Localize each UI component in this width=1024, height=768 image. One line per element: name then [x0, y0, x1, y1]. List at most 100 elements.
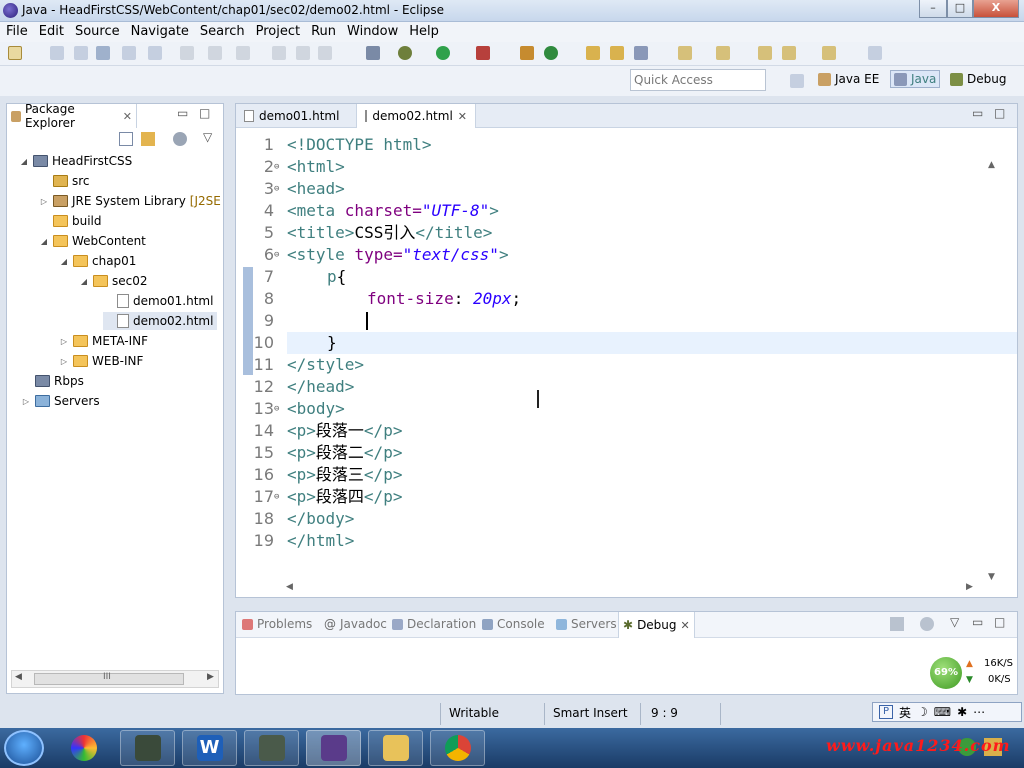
maximize-view-icon[interactable]: □: [994, 615, 1005, 629]
code-area[interactable]: 1 <!DOCTYPE html> 2 ⊖ <html> 3 ⊖ <head> 4 <met…: [236, 130, 1017, 582]
menu-help[interactable]: Help: [403, 22, 444, 40]
undo-icon[interactable]: [180, 46, 194, 60]
expanded-arrow-icon[interactable]: ◢: [59, 257, 69, 266]
scroll-left-icon[interactable]: ◀: [15, 672, 22, 682]
terminate-icon[interactable]: [318, 46, 332, 60]
perspective-debug[interactable]: Debug: [950, 72, 1006, 86]
open-perspective-icon[interactable]: [790, 74, 804, 88]
scroll-left-icon[interactable]: ◀: [286, 582, 293, 592]
start-button[interactable]: [4, 730, 44, 766]
perspective-java-ee[interactable]: Java EE: [818, 72, 879, 86]
tree-node-jre[interactable]: ▷ JRE System Library [J2SE: [39, 192, 221, 210]
fold-toggle-icon[interactable]: ⊖: [274, 178, 279, 200]
tree-node-sec02[interactable]: ◢ sec02: [79, 272, 148, 290]
taskbar-app-paint[interactable]: [56, 730, 111, 766]
tree-node-servers[interactable]: ▷ Servers: [21, 392, 100, 410]
quick-access-input[interactable]: Quick Access: [630, 69, 766, 91]
tree-node-webcontent[interactable]: ◢ WebContent: [39, 232, 146, 250]
package-explorer-tab[interactable]: Package Explorer ✕: [7, 102, 137, 130]
fold-toggle-icon[interactable]: ⊖: [274, 398, 279, 420]
close-button[interactable]: X: [973, 0, 1019, 18]
tree-node-meta-inf[interactable]: ▷ META-INF: [59, 332, 148, 350]
save-icon[interactable]: [50, 46, 64, 60]
minimize-button[interactable]: –: [919, 0, 947, 18]
tree-node-headfirstcss[interactable]: ◢ HeadFirstCSS: [19, 152, 132, 170]
ime-halfwidth-icon[interactable]: ☽: [917, 705, 928, 719]
remove-terminated-icon[interactable]: [890, 617, 904, 631]
suspend-icon[interactable]: [296, 46, 310, 60]
fold-toggle-icon[interactable]: ⊖: [274, 156, 279, 178]
tree-node-rbps[interactable]: Rbps: [21, 372, 84, 390]
ime-toolbar[interactable]: P 英 ☽ ⌨ ✱ ⋯: [872, 702, 1022, 722]
collapse-all-icon[interactable]: [119, 132, 133, 146]
tab-javadoc[interactable]: @ Javadoc: [324, 617, 387, 631]
close-tab-icon[interactable]: ✕: [123, 110, 132, 123]
back-icon[interactable]: [236, 46, 250, 60]
ime-keyboard-icon[interactable]: ⌨: [934, 705, 951, 719]
taskbar-app-chrome[interactable]: [430, 730, 485, 766]
perspective-java[interactable]: Java: [890, 70, 941, 88]
run-icon[interactable]: [436, 46, 450, 60]
tab-servers[interactable]: Servers: [556, 617, 617, 631]
menu-window[interactable]: Window: [341, 22, 403, 40]
taskbar-app-recorder[interactable]: [244, 730, 299, 766]
format-icon[interactable]: [148, 46, 162, 60]
nav-back-icon[interactable]: [782, 46, 796, 60]
tab-demo02[interactable]: demo02.html ✕: [356, 104, 476, 128]
horizontal-scrollbar[interactable]: ◀ III ▶: [11, 670, 219, 688]
menu-source[interactable]: Source: [69, 22, 125, 40]
tree-node-build[interactable]: build: [39, 212, 102, 230]
tab-console[interactable]: Console: [482, 617, 545, 631]
link-editor-icon[interactable]: [141, 132, 155, 146]
fold-toggle-icon[interactable]: ⊖: [274, 486, 279, 508]
minimize-editor-icon[interactable]: ▭: [972, 106, 983, 120]
nav-forward-icon[interactable]: [822, 46, 836, 60]
tab-demo01[interactable]: demo01.html: [236, 104, 356, 128]
tree-node-demo02[interactable]: demo02.html: [103, 312, 218, 330]
scroll-up-icon[interactable]: ▲: [988, 160, 995, 170]
step-over-icon[interactable]: [272, 46, 286, 60]
next-annotation-icon[interactable]: [678, 46, 692, 60]
redo-icon[interactable]: [208, 46, 222, 60]
tab-problems[interactable]: Problems: [242, 617, 312, 631]
taskbar-app-terminal[interactable]: [120, 730, 175, 766]
new-server-icon[interactable]: [520, 46, 534, 60]
debug-run-icon[interactable]: [398, 46, 412, 60]
expanded-arrow-icon[interactable]: ◢: [79, 277, 89, 286]
search-tool-icon[interactable]: [634, 46, 648, 60]
maximize-view-icon[interactable]: □: [199, 106, 210, 120]
minimize-view-icon[interactable]: ▭: [972, 615, 983, 629]
editor-horizontal-scrollbar[interactable]: ◀ ▶: [286, 582, 976, 596]
menu-navigate[interactable]: Navigate: [125, 22, 194, 40]
ime-more-icon[interactable]: ⋯: [973, 705, 985, 719]
scroll-down-icon[interactable]: ▼: [988, 572, 995, 582]
scroll-right-icon[interactable]: ▶: [207, 672, 214, 682]
tab-debug[interactable]: ✱ Debug ✕: [618, 612, 695, 638]
menu-project[interactable]: Project: [250, 22, 305, 40]
menu-edit[interactable]: Edit: [33, 22, 69, 40]
focus-icon[interactable]: [173, 132, 187, 146]
external-tools-icon[interactable]: [476, 46, 490, 60]
vertical-scrollbar[interactable]: ▲ ▼: [985, 160, 1001, 600]
open-type-icon[interactable]: [586, 46, 600, 60]
tree-node-web-inf[interactable]: ▷ WEB-INF: [59, 352, 144, 370]
taskbar-app-explorer[interactable]: [368, 730, 423, 766]
menu-search[interactable]: Search: [194, 22, 250, 40]
collapsed-arrow-icon[interactable]: ▷: [59, 357, 69, 366]
collapsed-arrow-icon[interactable]: ▷: [59, 337, 69, 346]
fold-toggle-icon[interactable]: ⊖: [274, 244, 279, 266]
taskbar-app-wps[interactable]: W: [182, 730, 237, 766]
maximize-button[interactable]: □: [947, 0, 973, 18]
prev-annotation-icon[interactable]: [716, 46, 730, 60]
collapsed-arrow-icon[interactable]: ▷: [39, 197, 49, 206]
view-menu-icon[interactable]: ▽: [203, 130, 212, 144]
debug-options-icon[interactable]: [920, 617, 934, 631]
open-folder-icon[interactable]: [610, 46, 624, 60]
print-icon[interactable]: [96, 46, 110, 60]
tree-node-chap01[interactable]: ◢ chap01: [59, 252, 137, 270]
menu-run[interactable]: Run: [305, 22, 341, 40]
tree-node-demo01[interactable]: demo01.html: [103, 292, 213, 310]
last-edit-icon[interactable]: [758, 46, 772, 60]
expanded-arrow-icon[interactable]: ◢: [19, 157, 29, 166]
tab-declaration[interactable]: Declaration: [392, 617, 476, 631]
